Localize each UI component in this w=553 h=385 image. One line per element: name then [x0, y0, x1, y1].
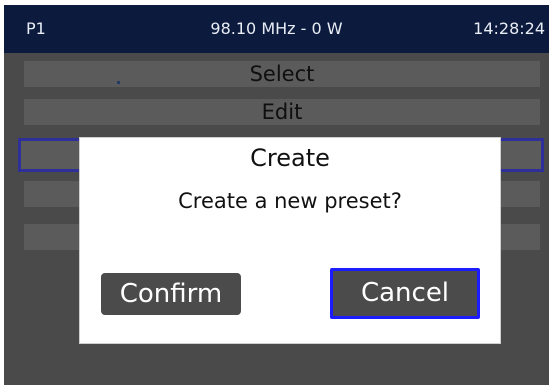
create-preset-dialog: Create Create a new preset? Confirm Canc… [79, 137, 501, 344]
artifact-dot [117, 81, 120, 84]
device-screen: P1 98.10 MHz - 0 W 14:28:24 Select Edit … [4, 5, 549, 385]
cancel-button[interactable]: Cancel [330, 268, 480, 319]
dialog-message: Create a new preset? [178, 189, 402, 213]
dialog-title: Create [250, 144, 330, 172]
menu-item-edit[interactable]: Edit [24, 99, 540, 125]
clock: 14:28:24 [473, 19, 545, 38]
menu-item-select[interactable]: Select [24, 61, 540, 87]
status-bar: P1 98.10 MHz - 0 W 14:28:24 [4, 5, 549, 53]
confirm-button[interactable]: Confirm [101, 273, 241, 315]
frequency-power-readout: 98.10 MHz - 0 W [210, 19, 343, 38]
